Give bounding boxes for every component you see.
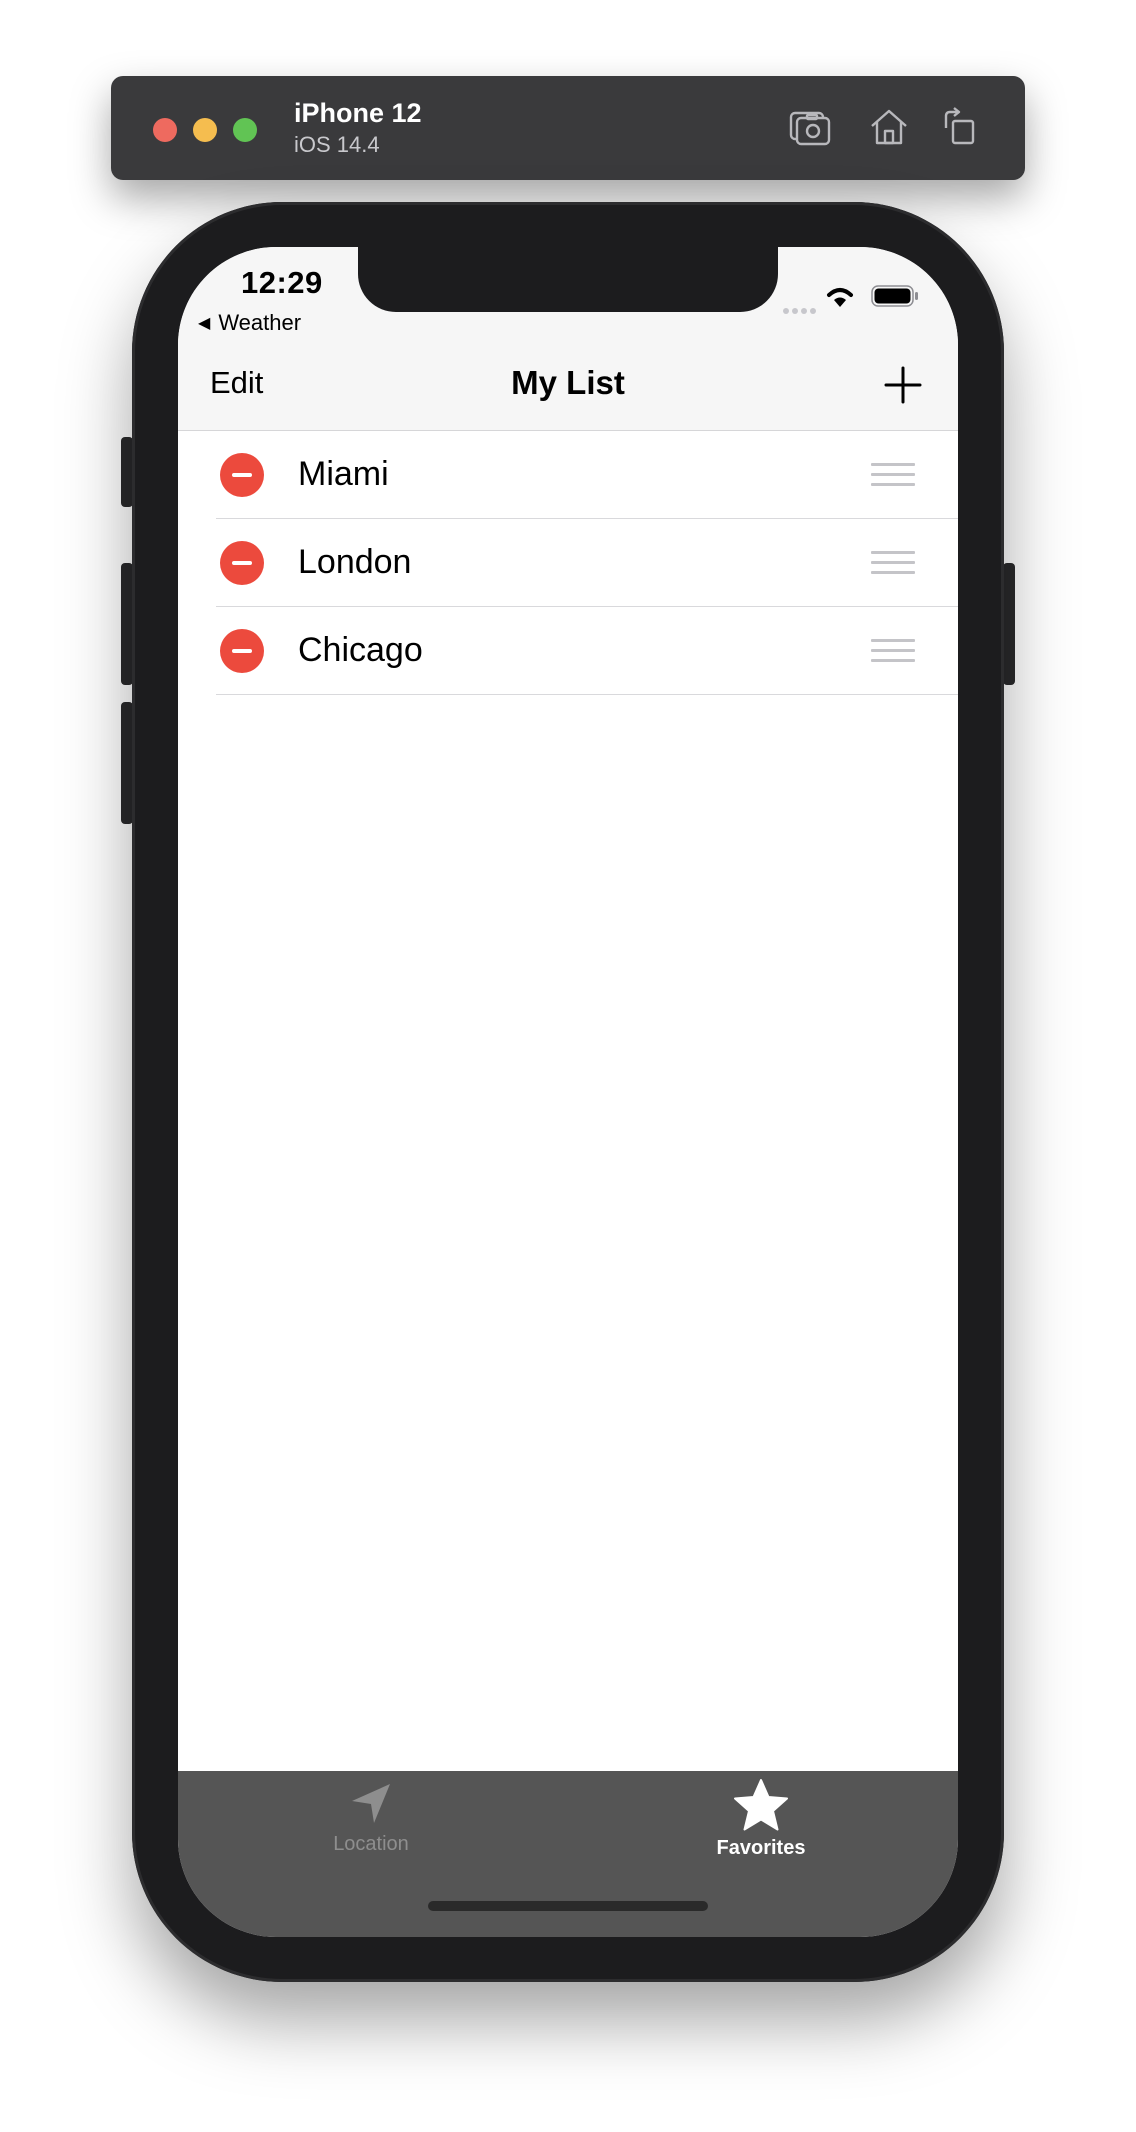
battery-icon: [871, 285, 918, 307]
tab-favorites[interactable]: Favorites: [651, 1779, 871, 1860]
tab-bar: Location Favorites: [178, 1771, 958, 1937]
back-triangle-icon: ◀: [198, 315, 211, 332]
reorder-handle-icon[interactable]: [871, 463, 915, 487]
row-divider: [216, 694, 958, 695]
list-item[interactable]: Miami: [178, 431, 958, 519]
home-icon[interactable]: [866, 104, 912, 150]
close-window-button[interactable]: [153, 118, 177, 142]
tab-label: Location: [333, 1833, 409, 1855]
delete-icon[interactable]: [220, 541, 264, 585]
list-item[interactable]: London: [178, 519, 958, 607]
cellular-signal-icon: [783, 301, 819, 319]
reorder-handle-icon[interactable]: [871, 551, 915, 575]
notch: [358, 247, 778, 312]
device-name: iPhone 12: [294, 98, 422, 128]
star-icon: [734, 1779, 788, 1831]
simulator-title-bar: iPhone 12 iOS 14.4: [111, 76, 1025, 180]
city-name: Chicago: [298, 631, 423, 669]
city-name: London: [298, 543, 412, 581]
phone-screen: 12:29 ◀ Weather Edit My List Miami London: [178, 247, 958, 1937]
rotate-icon[interactable]: [938, 104, 984, 150]
tab-location[interactable]: Location: [261, 1779, 481, 1856]
back-to-app-link[interactable]: ◀ Weather: [198, 310, 301, 336]
location-arrow-icon: [352, 1784, 390, 1823]
minimize-window-button[interactable]: [193, 118, 217, 142]
plus-icon[interactable]: [883, 365, 923, 405]
wifi-icon: [827, 288, 853, 307]
status-time: 12:29: [241, 265, 323, 300]
zoom-window-button[interactable]: [233, 118, 257, 142]
tab-label: Favorites: [716, 1837, 806, 1859]
city-list: Miami London Chicago: [178, 431, 958, 695]
back-app-label: Weather: [218, 310, 302, 335]
home-indicator[interactable]: [428, 1901, 708, 1911]
reorder-handle-icon[interactable]: [871, 639, 915, 663]
power-button: [1003, 563, 1015, 685]
page-title: My List: [511, 364, 625, 401]
screenshot-icon[interactable]: [787, 104, 833, 150]
os-version: iOS 14.4: [294, 132, 380, 157]
city-name: Miami: [298, 455, 389, 493]
list-item[interactable]: Chicago: [178, 607, 958, 695]
delete-icon[interactable]: [220, 453, 264, 497]
delete-icon[interactable]: [220, 629, 264, 673]
